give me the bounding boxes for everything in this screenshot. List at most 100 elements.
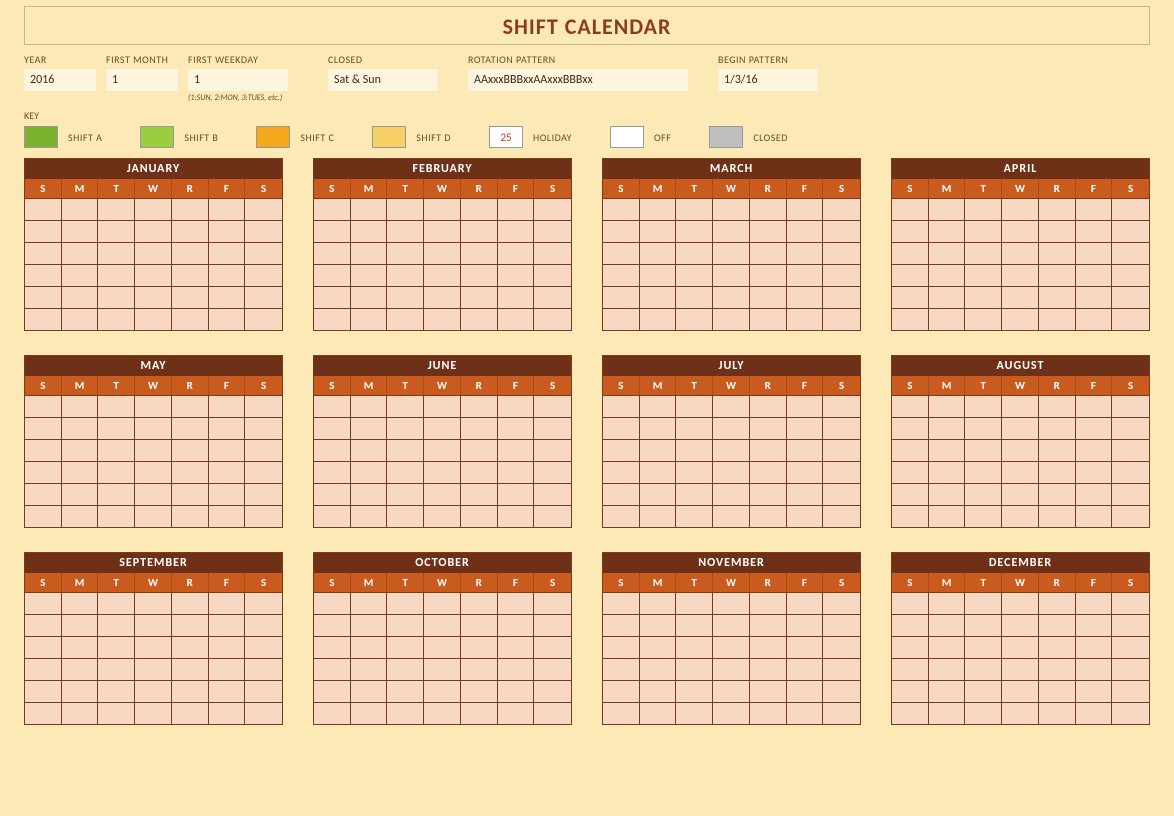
day-cell[interactable] xyxy=(750,198,787,220)
day-cell[interactable] xyxy=(172,702,209,724)
day-cell[interactable] xyxy=(929,286,966,308)
day-cell[interactable] xyxy=(1076,483,1113,505)
day-cell[interactable] xyxy=(314,505,351,527)
day-cell[interactable] xyxy=(603,395,640,417)
day-cell[interactable] xyxy=(713,702,750,724)
day-cell[interactable] xyxy=(498,417,535,439)
day-cell[interactable] xyxy=(245,308,282,330)
day-cell[interactable] xyxy=(62,614,99,636)
day-cell[interactable] xyxy=(245,636,282,658)
day-cell[interactable] xyxy=(172,220,209,242)
day-cell[interactable] xyxy=(25,461,62,483)
day-cell[interactable] xyxy=(314,658,351,680)
day-cell[interactable] xyxy=(314,680,351,702)
day-cell[interactable] xyxy=(1076,592,1113,614)
day-cell[interactable] xyxy=(929,220,966,242)
day-cell[interactable] xyxy=(787,702,824,724)
day-cell[interactable] xyxy=(823,483,860,505)
day-cell[interactable] xyxy=(498,264,535,286)
day-cell[interactable] xyxy=(1112,614,1149,636)
day-cell[interactable] xyxy=(787,592,824,614)
day-cell[interactable] xyxy=(787,505,824,527)
day-cell[interactable] xyxy=(25,636,62,658)
day-cell[interactable] xyxy=(929,439,966,461)
day-cell[interactable] xyxy=(676,220,713,242)
day-cell[interactable] xyxy=(209,483,246,505)
day-cell[interactable] xyxy=(424,198,461,220)
day-cell[interactable] xyxy=(1112,636,1149,658)
day-cell[interactable] xyxy=(750,308,787,330)
day-cell[interactable] xyxy=(787,264,824,286)
day-cell[interactable] xyxy=(534,461,571,483)
day-cell[interactable] xyxy=(387,614,424,636)
day-cell[interactable] xyxy=(676,242,713,264)
day-cell[interactable] xyxy=(676,198,713,220)
day-cell[interactable] xyxy=(676,308,713,330)
day-cell[interactable] xyxy=(892,461,929,483)
day-cell[interactable] xyxy=(314,483,351,505)
day-cell[interactable] xyxy=(965,461,1002,483)
day-cell[interactable] xyxy=(603,483,640,505)
day-cell[interactable] xyxy=(498,483,535,505)
day-cell[interactable] xyxy=(750,439,787,461)
day-cell[interactable] xyxy=(892,198,929,220)
day-cell[interactable] xyxy=(823,461,860,483)
day-cell[interactable] xyxy=(640,264,677,286)
day-cell[interactable] xyxy=(534,614,571,636)
day-cell[interactable] xyxy=(603,461,640,483)
day-cell[interactable] xyxy=(640,308,677,330)
day-cell[interactable] xyxy=(1112,702,1149,724)
day-cell[interactable] xyxy=(1039,395,1076,417)
day-cell[interactable] xyxy=(713,592,750,614)
day-cell[interactable] xyxy=(1112,308,1149,330)
day-cell[interactable] xyxy=(534,702,571,724)
day-cell[interactable] xyxy=(461,198,498,220)
day-cell[interactable] xyxy=(640,417,677,439)
day-cell[interactable] xyxy=(209,636,246,658)
day-cell[interactable] xyxy=(135,220,172,242)
day-cell[interactable] xyxy=(640,505,677,527)
day-cell[interactable] xyxy=(929,636,966,658)
day-cell[interactable] xyxy=(1112,680,1149,702)
day-cell[interactable] xyxy=(351,308,388,330)
day-cell[interactable] xyxy=(965,264,1002,286)
day-cell[interactable] xyxy=(1002,242,1039,264)
day-cell[interactable] xyxy=(1076,417,1113,439)
day-cell[interactable] xyxy=(929,702,966,724)
day-cell[interactable] xyxy=(892,658,929,680)
day-cell[interactable] xyxy=(823,439,860,461)
day-cell[interactable] xyxy=(965,636,1002,658)
day-cell[interactable] xyxy=(424,658,461,680)
day-cell[interactable] xyxy=(172,198,209,220)
day-cell[interactable] xyxy=(892,636,929,658)
day-cell[interactable] xyxy=(461,614,498,636)
day-cell[interactable] xyxy=(965,417,1002,439)
day-cell[interactable] xyxy=(640,702,677,724)
day-cell[interactable] xyxy=(1002,505,1039,527)
day-cell[interactable] xyxy=(98,505,135,527)
day-cell[interactable] xyxy=(1076,264,1113,286)
day-cell[interactable] xyxy=(314,636,351,658)
day-cell[interactable] xyxy=(245,264,282,286)
day-cell[interactable] xyxy=(965,680,1002,702)
day-cell[interactable] xyxy=(498,702,535,724)
day-cell[interactable] xyxy=(351,658,388,680)
day-cell[interactable] xyxy=(461,220,498,242)
day-cell[interactable] xyxy=(823,198,860,220)
day-cell[interactable] xyxy=(676,439,713,461)
day-cell[interactable] xyxy=(787,439,824,461)
day-cell[interactable] xyxy=(498,308,535,330)
day-cell[interactable] xyxy=(534,198,571,220)
day-cell[interactable] xyxy=(498,286,535,308)
day-cell[interactable] xyxy=(351,461,388,483)
day-cell[interactable] xyxy=(1039,702,1076,724)
day-cell[interactable] xyxy=(750,286,787,308)
day-cell[interactable] xyxy=(787,636,824,658)
day-cell[interactable] xyxy=(1112,417,1149,439)
day-cell[interactable] xyxy=(314,242,351,264)
day-cell[interactable] xyxy=(135,702,172,724)
day-cell[interactable] xyxy=(62,220,99,242)
day-cell[interactable] xyxy=(713,242,750,264)
day-cell[interactable] xyxy=(892,242,929,264)
day-cell[interactable] xyxy=(750,658,787,680)
